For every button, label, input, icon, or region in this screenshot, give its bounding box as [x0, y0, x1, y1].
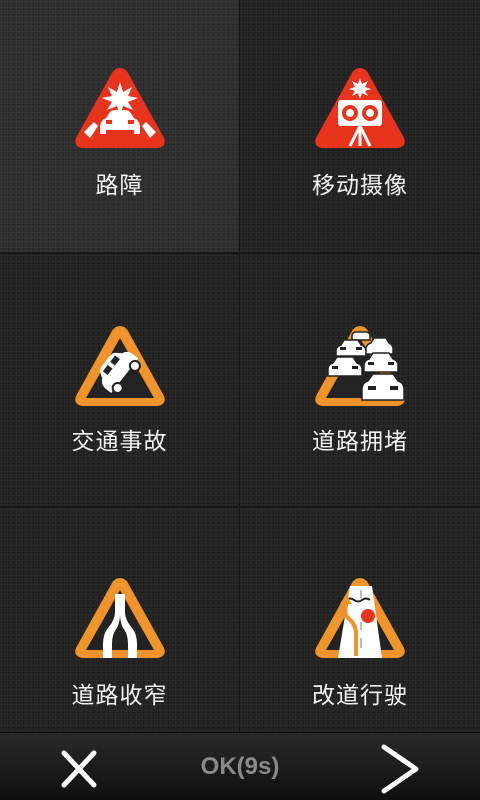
road-narrows-icon [74, 578, 165, 658]
report-type-grid: 路障 移动摄像 交通事故 道路拥堵 道路收窄 改道行驶 [0, 0, 480, 732]
tile-mobile-camera[interactable]: 移动摄像 [240, 0, 480, 252]
tile-label: 路障 [95, 173, 144, 199]
bottom-action-bar: OK(9s) [0, 732, 480, 800]
report-screen: 路障 移动摄像 交通事故 道路拥堵 道路收窄 改道行驶 OK(9s) [0, 0, 480, 800]
mobile-camera-icon [315, 68, 405, 148]
tile-traffic-accident[interactable]: 交通事故 [0, 254, 239, 506]
chevron-right-icon[interactable] [372, 743, 428, 795]
tile-label: 改道行驶 [312, 683, 408, 709]
tile-label: 道路拥堵 [312, 429, 408, 455]
traffic-accident-icon [74, 326, 165, 406]
tile-road-narrows[interactable]: 道路收窄 [0, 508, 239, 732]
tile-traffic-jam[interactable]: 道路拥堵 [240, 254, 480, 506]
tile-roadblock[interactable]: 路障 [0, 0, 239, 252]
tile-detour[interactable]: 改道行驶 [240, 508, 480, 732]
tile-label: 交通事故 [71, 429, 168, 455]
tile-label: 道路收窄 [71, 683, 168, 709]
detour-icon [315, 578, 405, 658]
traffic-jam-icon [315, 326, 405, 406]
roadblock-icon [74, 68, 165, 148]
tile-label: 移动摄像 [312, 173, 408, 199]
